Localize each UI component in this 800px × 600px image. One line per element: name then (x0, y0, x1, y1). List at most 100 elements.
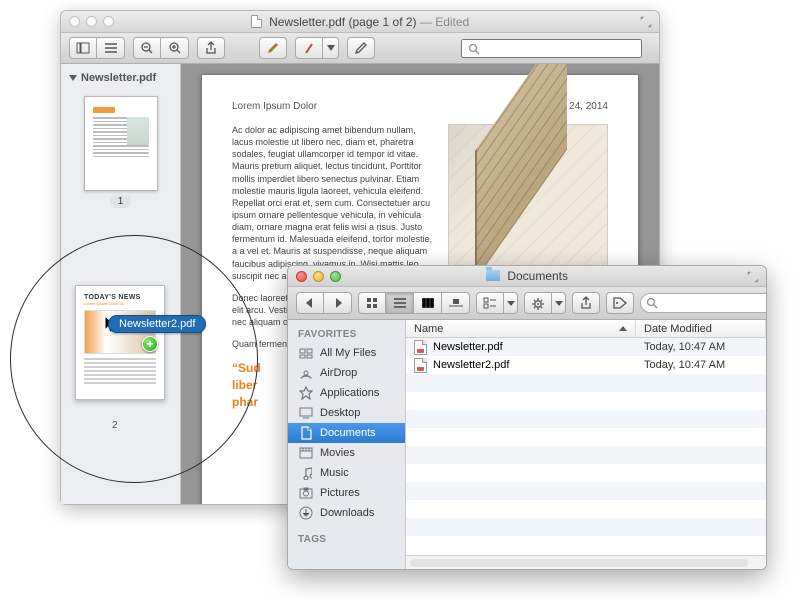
title-page-indicator: (page 1 of 2) (348, 15, 416, 29)
finder-search-input[interactable] (640, 293, 767, 313)
empty-row (406, 464, 766, 482)
finder-file-list: Name Date Modified Newsletter.pdf Today,… (406, 320, 766, 569)
list-header: Name Date Modified (406, 320, 766, 338)
document-icon (251, 15, 262, 28)
empty-row (406, 392, 766, 410)
preview-search (461, 39, 651, 58)
search-icon (468, 43, 480, 55)
list-view-button[interactable] (386, 292, 414, 314)
zoom-out-button[interactable] (133, 37, 161, 59)
tags-button[interactable] (606, 292, 634, 314)
sidebar-item-pictures[interactable]: Pictures (288, 483, 405, 503)
fullscreen-icon[interactable] (639, 15, 653, 29)
sidebar-item-all-my-files[interactable]: All My Files (288, 343, 405, 363)
sidebar-item-label: Downloads (320, 507, 374, 519)
column-view-button[interactable] (414, 292, 442, 314)
column-header-name[interactable]: Name (406, 320, 636, 337)
action-button[interactable] (524, 292, 552, 314)
sidebar-item-documents[interactable]: Documents (288, 423, 405, 443)
preview-search-input[interactable] (461, 39, 642, 58)
forward-button[interactable] (324, 292, 352, 314)
scrollbar-thumb[interactable] (410, 569, 662, 570)
view-list-button[interactable] (97, 37, 125, 59)
horizontal-scrollbar[interactable] (406, 555, 766, 569)
empty-row (406, 374, 766, 392)
preview-titlebar[interactable]: Newsletter.pdf (page 1 of 2) — Edited (61, 11, 659, 33)
zoom-in-button[interactable] (161, 37, 189, 59)
finder-title-text: Documents (507, 269, 568, 283)
empty-row (406, 410, 766, 428)
sort-ascending-icon (619, 326, 627, 331)
finder-toolbar (288, 287, 766, 320)
page-thumbnail-1[interactable]: 1 (84, 96, 158, 208)
arrange-button[interactable] (476, 292, 504, 314)
file-date: Today, 10:47 AM (636, 341, 766, 353)
action-menu-button[interactable] (552, 292, 566, 314)
copy-badge-icon: + (142, 336, 158, 352)
highlight-menu-button[interactable] (323, 37, 339, 59)
sidebar-item-movies[interactable]: Movies (288, 443, 405, 463)
edit-toolbar-button[interactable] (347, 37, 375, 59)
finder-sidebar: FAVORITES All My Files AirDrop Applicati… (288, 320, 406, 569)
file-name: Newsletter2.pdf (433, 359, 509, 371)
view-mode-segment (69, 37, 125, 59)
column-header-date[interactable]: Date Modified (636, 320, 766, 337)
thumbnail-number: 1 (110, 195, 132, 208)
drag-file-label: Newsletter2.pdf (108, 315, 206, 333)
disclosure-triangle-icon[interactable] (69, 75, 77, 81)
finder-title: Documents (288, 269, 766, 283)
drag-thumb-title: TODAY'S NEWS (84, 294, 156, 301)
highlight-button[interactable] (295, 37, 323, 59)
sidebar-file-header[interactable]: Newsletter.pdf (61, 70, 180, 86)
sidebar-item-label: Music (320, 467, 349, 479)
empty-row (406, 428, 766, 446)
sidebar-item-label: Desktop (320, 407, 360, 419)
fullscreen-icon[interactable] (746, 270, 760, 284)
finder-search (640, 293, 767, 313)
sidebar-item-label: Applications (320, 387, 379, 399)
sidebar-item-label: AirDrop (320, 367, 357, 379)
drag-thumb-number: 2 (112, 420, 118, 431)
file-date: Today, 10:47 AM (636, 359, 766, 371)
back-button[interactable] (296, 292, 324, 314)
empty-row (406, 446, 766, 464)
sidebar-item-applications[interactable]: Applications (288, 383, 405, 403)
empty-row (406, 518, 766, 536)
zoom-segment (133, 37, 189, 59)
markup-segment (295, 37, 339, 59)
coverflow-view-button[interactable] (442, 292, 470, 314)
view-thumbnails-button[interactable] (69, 37, 97, 59)
empty-row (406, 500, 766, 518)
empty-row (406, 536, 766, 554)
file-name: Newsletter.pdf (433, 341, 503, 353)
title-filename: Newsletter.pdf (269, 15, 345, 29)
share-button[interactable] (572, 292, 600, 314)
annotate-button[interactable] (259, 37, 287, 59)
list-rows: Newsletter.pdf Today, 10:47 AM Newslette… (406, 338, 766, 555)
arrange-menu-button[interactable] (504, 292, 518, 314)
sidebar-item-airdrop[interactable]: AirDrop (288, 363, 405, 383)
search-icon (646, 297, 658, 309)
pdf-file-icon (414, 358, 427, 373)
sidebar-item-label: Movies (320, 447, 355, 459)
sidebar-item-desktop[interactable]: Desktop (288, 403, 405, 423)
preview-toolbar (61, 33, 659, 64)
pdf-file-icon (414, 340, 427, 355)
preview-title: Newsletter.pdf (page 1 of 2) — Edited (61, 15, 659, 29)
page-header-left: Lorem Ipsum Dolor (232, 101, 317, 112)
share-button[interactable] (197, 37, 225, 59)
file-row[interactable]: Newsletter2.pdf Today, 10:47 AM (406, 356, 766, 374)
sidebar-favorites-header: FAVORITES (288, 326, 405, 343)
sidebar-item-downloads[interactable]: Downloads (288, 503, 405, 523)
empty-row (406, 482, 766, 500)
sidebar-item-label: All My Files (320, 347, 376, 359)
sidebar-item-music[interactable]: Music (288, 463, 405, 483)
finder-titlebar[interactable]: Documents (288, 266, 766, 287)
sidebar-item-label: Documents (320, 427, 376, 439)
file-row[interactable]: Newsletter.pdf Today, 10:47 AM (406, 338, 766, 356)
sidebar-filename: Newsletter.pdf (81, 72, 156, 84)
sidebar-item-label: Pictures (320, 487, 360, 499)
icon-view-button[interactable] (358, 292, 386, 314)
sidebar-tags-header: TAGS (288, 531, 405, 548)
folder-icon (486, 270, 500, 281)
